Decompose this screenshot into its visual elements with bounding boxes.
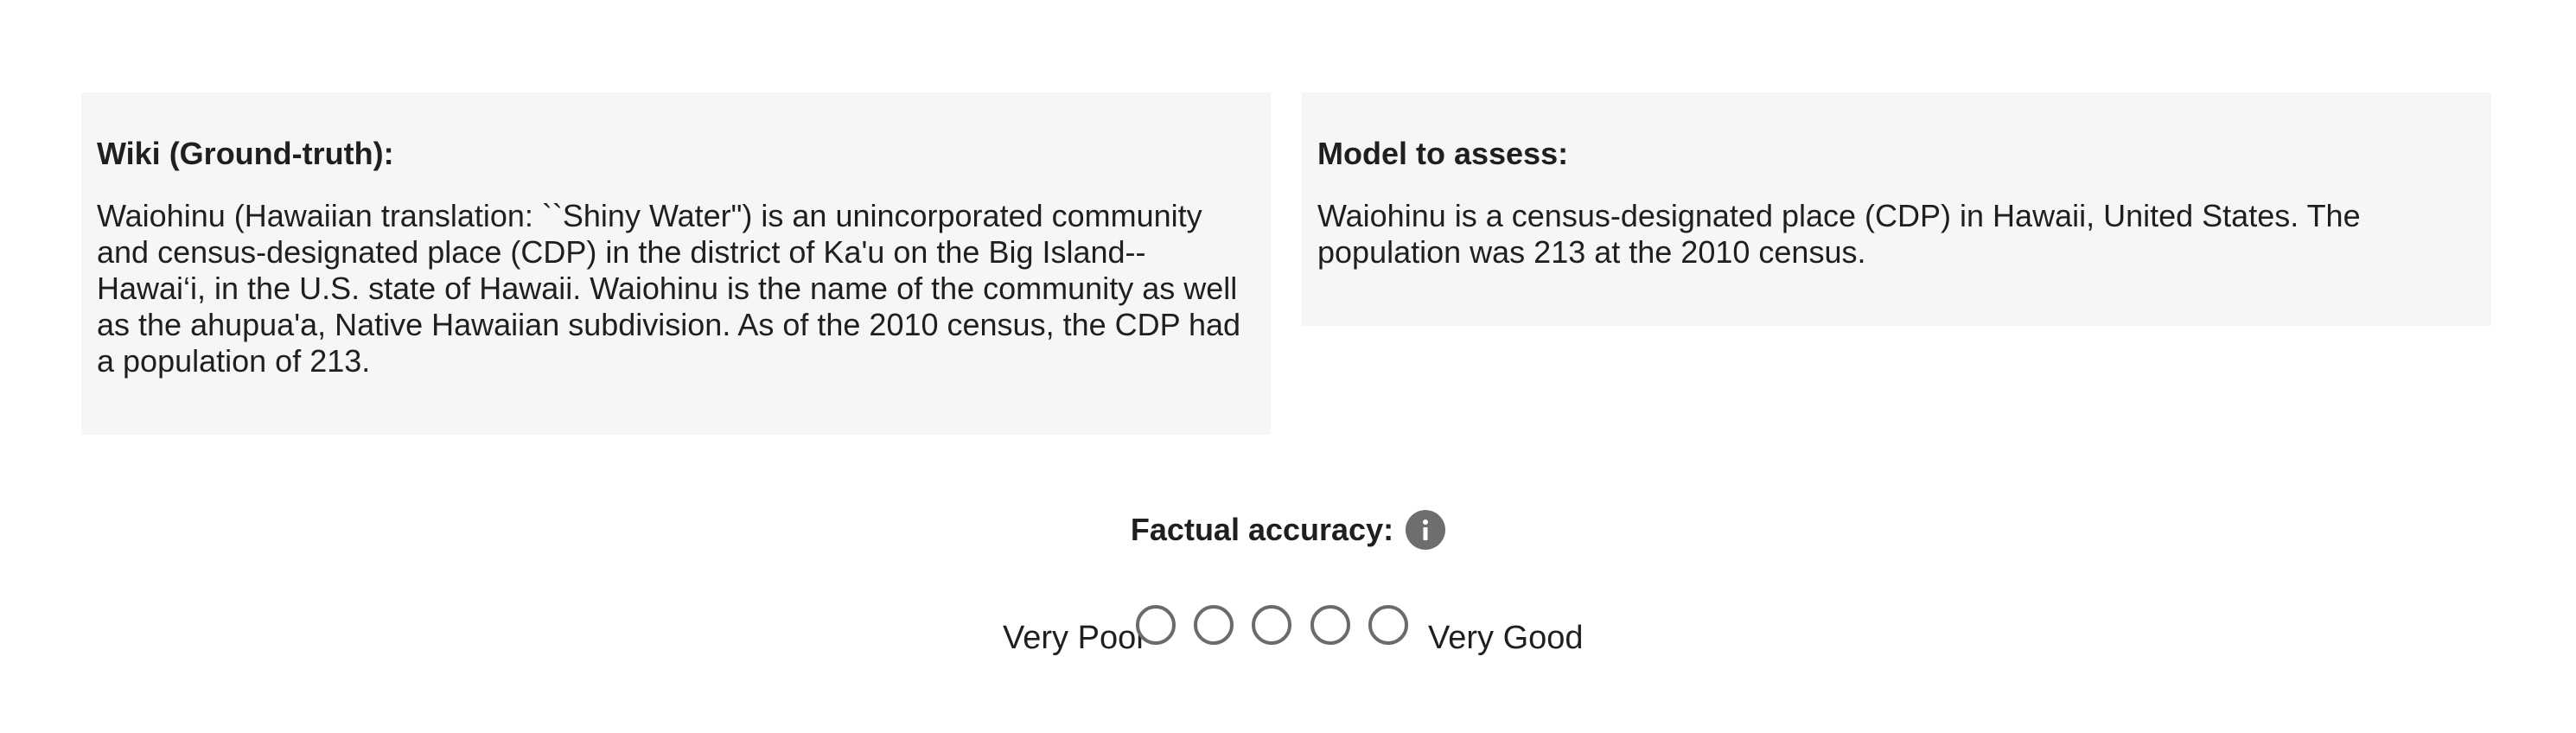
- rating-option-4[interactable]: [1310, 605, 1350, 645]
- info-icon-glyph: [1423, 519, 1429, 540]
- rating-header: Factual accuracy:: [0, 510, 2576, 550]
- info-icon[interactable]: [1406, 510, 1446, 550]
- rating-option-1[interactable]: [1136, 605, 1176, 645]
- reference-panel: Wiki (Ground-truth): Waiohinu (Hawaiian …: [81, 92, 1271, 435]
- model-panel-text: Waiohinu is a census-designated place (C…: [1317, 198, 2361, 270]
- rating-scale: Very Poor Very Good: [0, 605, 2576, 657]
- scale-low-label: Very Poor: [1003, 620, 1147, 656]
- reference-panel-title: Wiki (Ground-truth):: [97, 136, 394, 171]
- rating-option-5[interactable]: [1368, 605, 1408, 645]
- model-panel-title: Model to assess:: [1317, 136, 1569, 171]
- rating-title: Factual accuracy:: [1130, 512, 1394, 547]
- reference-panel-text: Waiohinu (Hawaiian translation: ``Shiny …: [97, 198, 1241, 379]
- scale-high-label: Very Good: [1428, 620, 1584, 656]
- model-panel: Model to assess: Waiohinu is a census-de…: [1302, 92, 2491, 326]
- rating-option-2[interactable]: [1194, 605, 1234, 645]
- rating-title-row: Factual accuracy:: [1130, 510, 1446, 550]
- rating-option-3[interactable]: [1252, 605, 1291, 645]
